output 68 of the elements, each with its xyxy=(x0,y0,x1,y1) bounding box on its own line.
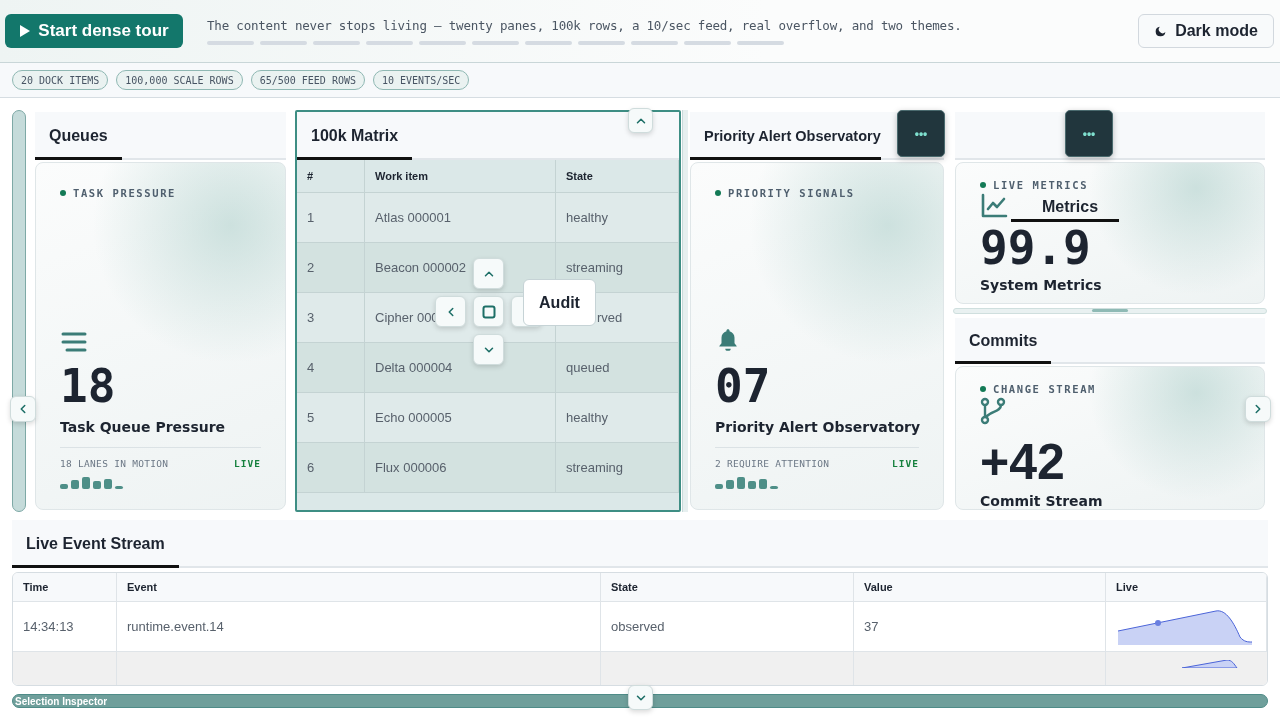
eyebrow-label: CHANGE STREAM xyxy=(980,383,1240,395)
side-rail[interactable] xyxy=(12,110,26,512)
metric-value: +42 xyxy=(980,437,1065,487)
status-dot xyxy=(980,386,986,392)
status-dot xyxy=(980,182,986,188)
stat-chip: 100,000 SCALE ROWS xyxy=(116,70,243,90)
live-label: LIVE xyxy=(234,458,261,469)
metric-title: Priority Alert Observatory xyxy=(715,419,921,435)
drag-label: Metrics xyxy=(1042,198,1099,216)
metric-title: System Metrics xyxy=(980,277,1102,293)
start-tour-button[interactable]: Start dense tour xyxy=(5,14,183,48)
square-icon xyxy=(481,304,496,319)
table-cell: streaming xyxy=(556,443,679,493)
tagline: The content never stops living — twenty panes, 100k rows, a 10/sec feed, real overflow, and two themes. xyxy=(207,18,962,33)
collapse-button[interactable] xyxy=(628,685,653,710)
scroll-right-button[interactable] xyxy=(1245,396,1271,422)
column-header: Live xyxy=(1106,573,1267,602)
column-header: State xyxy=(601,573,854,602)
table-cell: 6 xyxy=(297,443,365,493)
status-dot xyxy=(60,190,66,196)
line-chart-icon xyxy=(980,193,1008,219)
activity-bars-icon xyxy=(715,475,779,489)
dock-up-button[interactable] xyxy=(473,258,504,289)
dock-pane[interactable]: Queues TASK PRESSURE 18 Task Queue Pressure 18 LANES IN MOTION LIVE xyxy=(33,110,288,512)
table-cell: Flux 000006 xyxy=(365,443,556,493)
metric-value: 18 xyxy=(60,363,116,409)
eyebrow-label: TASK PRESSURE xyxy=(60,187,261,199)
metric-title: Task Queue Pressure xyxy=(60,419,226,435)
eyebrow-label: PRIORITY SIGNALS xyxy=(715,187,919,199)
resize-handle[interactable] xyxy=(682,110,688,512)
stat-chip: 65/500 FEED ROWS xyxy=(250,70,365,90)
column-header: Time xyxy=(13,573,117,602)
footnote: 2 REQUIRE ATTENTION xyxy=(715,458,830,469)
column-header: Value xyxy=(854,573,1106,602)
stat-chip: 10 EVENTS/SEC xyxy=(373,70,470,90)
pane-tab[interactable]: Priority Alert Observatory xyxy=(690,114,881,160)
resize-handle[interactable] xyxy=(953,308,1267,314)
scroll-left-button[interactable] xyxy=(10,396,36,422)
pane-tab[interactable]: Live Event Stream xyxy=(12,522,179,568)
table-row[interactable]: 6 Flux 000006 streaming xyxy=(297,443,679,493)
dock-pane[interactable]: Commits CHANGE STREAM +42 Commit Stream xyxy=(953,316,1267,512)
activity-bars-icon xyxy=(60,475,124,489)
table-row[interactable]: 2 Beacon 000002 streaming xyxy=(297,243,679,293)
eyebrow-label: LIVE METRICS xyxy=(980,179,1240,191)
metric-title: Commit Stream xyxy=(980,493,1103,509)
inspector-title: Selection Inspector xyxy=(15,695,108,707)
metric-value: 99.9 xyxy=(980,225,1091,271)
menu-icon xyxy=(60,331,88,353)
moon-icon xyxy=(1154,24,1168,38)
footnote: 18 LANES IN MOTION xyxy=(60,458,169,469)
dock-left-button[interactable] xyxy=(435,296,466,327)
dock-top-button[interactable] xyxy=(628,108,653,133)
play-icon xyxy=(19,25,31,37)
status-dot xyxy=(715,190,721,196)
dock-down-button[interactable] xyxy=(473,334,504,365)
table-row[interactable]: 4 Delta 000004 queued xyxy=(297,343,679,393)
column-header: Event xyxy=(117,573,601,602)
more-button[interactable]: ••• xyxy=(897,110,945,157)
dock-tooltip: Audit xyxy=(523,279,596,326)
dark-mode-button[interactable]: Dark mode xyxy=(1138,14,1274,48)
metric-value: 07 xyxy=(715,363,771,409)
dock-center-button[interactable] xyxy=(473,296,504,327)
table-row[interactable]: 5 Echo 000005 healthy xyxy=(297,393,679,443)
more-button[interactable]: ••• xyxy=(1065,110,1113,157)
stat-chip: 20 DOCK ITEMS xyxy=(12,70,109,90)
live-label: LIVE xyxy=(892,458,919,469)
table-row[interactable]: 1 Atlas 000001 healthy xyxy=(297,193,679,243)
git-branch-icon xyxy=(980,397,1006,425)
